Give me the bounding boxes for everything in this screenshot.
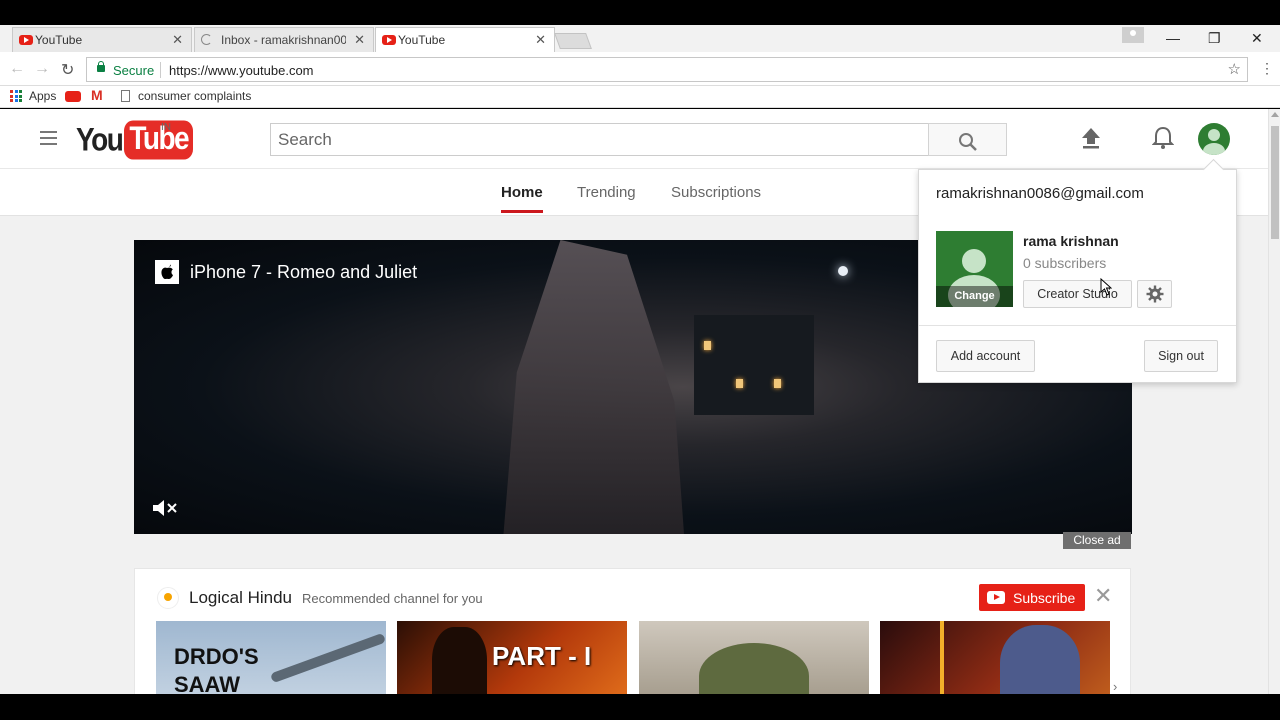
youtube-page: You Tube IN Home Trendin: [0, 109, 1268, 694]
tab-close-icon[interactable]: ✕: [354, 32, 365, 48]
ad-scene-figure: [503, 240, 684, 534]
logo-you-text: You: [76, 121, 124, 158]
bookmark-star-icon[interactable]: ☆: [1228, 60, 1241, 78]
apps-grid-icon[interactable]: [10, 90, 22, 102]
notification-bell-icon[interactable]: [1152, 126, 1174, 150]
tab-title: YouTube: [35, 33, 83, 47]
youtube-play-icon: [987, 591, 1005, 604]
youtube-logo[interactable]: You Tube: [76, 120, 194, 160]
account-menu: ramakrishnan0086@gmail.com Change rama k…: [918, 169, 1237, 383]
sign-out-button[interactable]: Sign out: [1144, 340, 1218, 372]
close-ad-button[interactable]: Close ad: [1063, 532, 1131, 549]
change-avatar-button[interactable]: Change: [936, 286, 1013, 307]
add-account-button[interactable]: Add account: [936, 340, 1035, 372]
reload-icon[interactable]: ↻: [61, 60, 74, 80]
ad-title[interactable]: iPhone 7 - Romeo and Juliet: [190, 262, 417, 283]
restore-icon[interactable]: ❐: [1208, 30, 1221, 47]
page-scrollbar[interactable]: [1268, 109, 1280, 694]
address-bar[interactable]: Secure https://www.youtube.com ☆: [86, 57, 1248, 82]
muted-speaker-icon[interactable]: [152, 498, 178, 518]
ad-scene-castle: [694, 315, 814, 415]
masthead: You Tube IN: [0, 109, 1268, 168]
back-arrow-icon[interactable]: ←: [9, 60, 25, 78]
subscribe-label: Subscribe: [1013, 589, 1076, 606]
video-thumbnail[interactable]: [880, 621, 1110, 694]
menu-divider: [919, 325, 1236, 326]
gear-icon: [1146, 285, 1163, 303]
creator-studio-button[interactable]: Creator Studio: [1023, 280, 1132, 308]
browser-tab-youtube-1[interactable]: YouTube ✕: [12, 27, 192, 52]
screen: YouTube ✕ Inbox - ramakrishnan008 ✕ YouT…: [0, 0, 1280, 720]
account-name[interactable]: rama krishnan: [1023, 233, 1119, 249]
secure-label: Secure: [113, 63, 155, 78]
mouse-cursor-icon: [1100, 278, 1112, 296]
upload-icon[interactable]: [1081, 127, 1101, 149]
account-avatar-button[interactable]: [1198, 123, 1230, 155]
logo-tube-text: Tube: [124, 120, 194, 160]
video-thumbnail[interactable]: DRDO'S SAAW: [156, 621, 386, 694]
scrollbar-thumb[interactable]: [1271, 126, 1279, 239]
lock-icon: [97, 61, 105, 72]
video-thumbnail[interactable]: [639, 621, 869, 694]
channel-avatar[interactable]: Change: [936, 231, 1013, 307]
youtube-bookmark-icon[interactable]: [65, 91, 81, 102]
hamburger-menu-icon[interactable]: [40, 131, 57, 145]
thumbnail-text: DRDO'S SAAW: [174, 644, 259, 694]
browser-tab-youtube-active[interactable]: YouTube ✕: [375, 27, 555, 52]
browser-tab-strip: YouTube ✕ Inbox - ramakrishnan008 ✕ YouT…: [0, 25, 1280, 52]
channel-logo-icon[interactable]: [157, 587, 179, 609]
omnibox-divider: [160, 62, 161, 78]
tab-title: Inbox - ramakrishnan008: [221, 33, 346, 47]
ad-title-row: iPhone 7 - Romeo and Juliet: [155, 260, 417, 284]
tab-trending[interactable]: Trending: [577, 184, 636, 201]
browser-tab-inbox[interactable]: Inbox - ramakrishnan008 ✕: [194, 27, 374, 52]
search-button[interactable]: [928, 123, 1007, 156]
tab-subscriptions[interactable]: Subscriptions: [671, 184, 761, 201]
subscriber-count: 0 subscribers: [1023, 255, 1107, 271]
thumbnail-text: PART - I: [492, 641, 592, 671]
tab-close-icon[interactable]: ✕: [535, 32, 546, 48]
ad-scene-moon: [838, 266, 848, 276]
tab-home[interactable]: Home: [501, 184, 543, 213]
shelf-next-arrow-icon[interactable]: ›: [1113, 679, 1117, 694]
browser-profile-icon[interactable]: [1122, 27, 1144, 43]
bookmark-apps[interactable]: Apps: [29, 89, 56, 103]
subscribe-button[interactable]: Subscribe: [979, 584, 1085, 611]
browser-menu-icon[interactable]: ⋮: [1260, 60, 1274, 77]
recommended-channel-shelf: Logical Hindu Recommended channel for yo…: [134, 568, 1131, 694]
shelf-subtitle: Recommended channel for you: [302, 591, 483, 606]
youtube-favicon-icon: [382, 35, 396, 45]
account-email: ramakrishnan0086@gmail.com: [936, 185, 1144, 202]
window-close-icon[interactable]: ✕: [1251, 30, 1263, 47]
minimize-icon[interactable]: —: [1166, 30, 1180, 46]
gmail-bookmark-icon[interactable]: M: [91, 87, 103, 103]
bookmark-consumer-complaints[interactable]: consumer complaints: [138, 89, 251, 103]
search-input[interactable]: [270, 123, 929, 156]
search-icon: [959, 133, 977, 151]
forward-arrow-icon[interactable]: →: [34, 60, 50, 78]
new-tab-button[interactable]: [554, 33, 592, 49]
youtube-favicon-icon: [19, 35, 33, 45]
browser-toolbar: ← → ↻ Secure https://www.youtube.com ☆ ⋮: [0, 52, 1280, 86]
country-code: IN: [161, 122, 171, 133]
scroll-up-arrow-icon[interactable]: [1271, 112, 1279, 117]
channel-name[interactable]: Logical Hindu: [189, 588, 292, 608]
page-icon: [121, 90, 130, 102]
dismiss-shelf-icon[interactable]: ✕: [1094, 583, 1112, 609]
settings-button[interactable]: [1137, 280, 1172, 308]
video-thumbnail[interactable]: PART - I: [397, 621, 627, 694]
url-text[interactable]: https://www.youtube.com: [169, 63, 314, 78]
loading-spinner-icon: [201, 34, 212, 45]
bookmarks-bar: Apps M consumer complaints: [0, 86, 1280, 108]
tab-title: YouTube: [398, 33, 446, 47]
tab-close-icon[interactable]: ✕: [172, 32, 183, 48]
apple-logo-icon: [155, 260, 179, 284]
